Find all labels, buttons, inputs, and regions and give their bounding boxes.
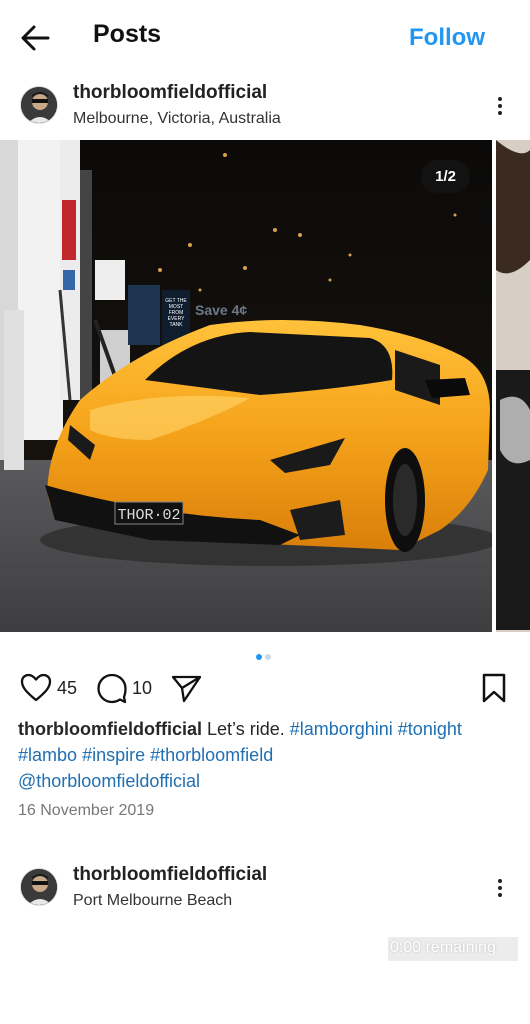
carousel-dot-active	[256, 654, 262, 660]
like-heart-icon[interactable]	[20, 672, 52, 709]
more-options-icon[interactable]	[492, 94, 508, 120]
comment-count[interactable]: 10	[132, 678, 152, 699]
like-count[interactable]: 45	[57, 678, 77, 699]
next-post-header: thorbloomfieldofficial Port Melbourne Be…	[0, 856, 530, 922]
avatar[interactable]	[20, 86, 58, 124]
mention-thorbloomfieldofficial[interactable]: @thorbloomfieldofficial	[18, 771, 200, 791]
svg-text:THOR·02: THOR·02	[117, 507, 180, 524]
car-photo: GET THE MOST FROM EVERY TANK Save 4¢ THO…	[0, 140, 530, 632]
post-header: thorbloomfieldofficial Melbourne, Victor…	[0, 74, 530, 140]
post-image[interactable]: GET THE MOST FROM EVERY TANK Save 4¢ THO…	[0, 140, 530, 632]
image-counter: 1/2	[421, 160, 470, 193]
comment-icon[interactable]	[96, 672, 128, 709]
hashtag-lamborghini[interactable]: #lamborghini	[290, 719, 393, 739]
svg-text:TANK: TANK	[170, 322, 184, 328]
remaining-overlay: 0:00 remaining	[388, 937, 518, 961]
carousel-indicator	[256, 647, 274, 660]
more-options-icon[interactable]	[492, 876, 508, 902]
next-post-username[interactable]: thorbloomfieldofficial	[73, 864, 267, 886]
top-bar: Posts Follow	[0, 0, 530, 74]
hashtag-lambo[interactable]: #lambo	[18, 745, 77, 765]
bookmark-icon[interactable]	[480, 672, 508, 709]
follow-button[interactable]: Follow	[409, 24, 485, 52]
post-caption: thorbloomfieldofficial Let’s ride. #lamb…	[18, 716, 512, 794]
action-bar: 45 10	[0, 668, 530, 708]
caption-username[interactable]: thorbloomfieldofficial	[18, 719, 202, 739]
next-post-location[interactable]: Port Melbourne Beach	[73, 892, 232, 910]
page-title: Posts	[93, 20, 162, 48]
share-send-icon[interactable]	[170, 672, 202, 709]
post-location[interactable]: Melbourne, Victoria, Australia	[73, 110, 281, 128]
carousel-dot	[265, 654, 271, 660]
back-arrow-icon[interactable]	[18, 22, 54, 54]
hashtag-inspire[interactable]: #inspire	[82, 745, 145, 765]
hashtag-tonight[interactable]: #tonight	[398, 719, 462, 739]
caption-text: Let’s ride.	[202, 719, 290, 739]
post-date: 16 November 2019	[18, 802, 155, 819]
svg-text:Save 4¢: Save 4¢	[195, 302, 247, 318]
avatar[interactable]	[20, 868, 58, 906]
hashtag-thorbloomfield[interactable]: #thorbloomfield	[150, 745, 273, 765]
post-username[interactable]: thorbloomfieldofficial	[73, 82, 267, 104]
